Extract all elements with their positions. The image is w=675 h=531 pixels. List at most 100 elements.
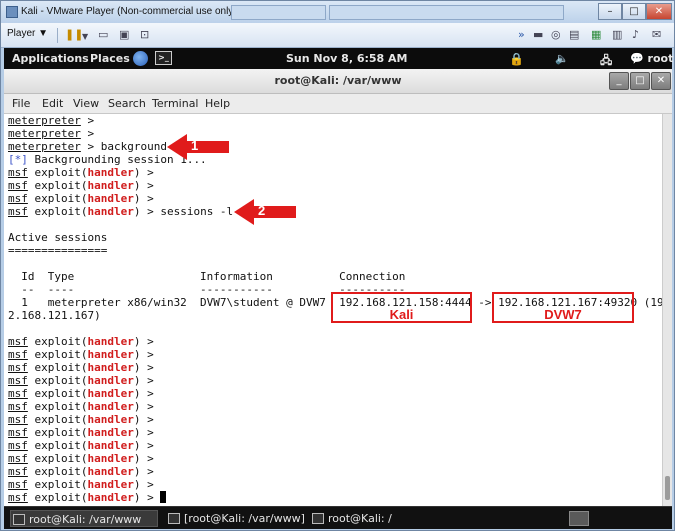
terminal-cursor bbox=[160, 491, 167, 503]
printer-device-icon[interactable]: ▬ bbox=[533, 29, 543, 41]
msf-prompt-line: msf exploit(handler) > bbox=[8, 439, 154, 452]
browser-launcher-icon[interactable] bbox=[133, 51, 148, 66]
sessions-table-header: Id Type Information Connection bbox=[8, 270, 406, 283]
taskbar-item-terminal-1[interactable]: root@Kali: /var/www bbox=[10, 510, 158, 527]
msf-label: msf bbox=[8, 166, 28, 179]
places-menu[interactable]: Places bbox=[90, 52, 130, 65]
arrow-number: 1 bbox=[191, 138, 199, 153]
pause-icon[interactable]: ❚❚ bbox=[65, 29, 83, 41]
terminal-icon bbox=[13, 514, 25, 525]
exploit-label: exploit( bbox=[27, 491, 88, 504]
taskbar-item-terminal-2[interactable]: [root@Kali: /var/www] bbox=[166, 510, 305, 527]
msf-label: msf bbox=[8, 400, 28, 413]
prompt-symbol: > bbox=[80, 114, 95, 127]
prompt-symbol: ) > bbox=[133, 413, 154, 426]
terminal-window-title: root@Kali: /var/www bbox=[274, 74, 402, 87]
menu-edit[interactable]: Edit bbox=[42, 97, 63, 110]
exploit-label: exploit( bbox=[27, 387, 88, 400]
usb-printer-icon[interactable]: ▥ bbox=[612, 29, 622, 41]
background-window-tab bbox=[329, 5, 564, 20]
meterpreter-prompt: meterpreter bbox=[8, 114, 81, 127]
annotation-arrow-2: 2 bbox=[234, 199, 296, 225]
terminal-titlebar: root@Kali: /var/www _ □ ✕ bbox=[4, 69, 672, 94]
msf-prompt-line: msf exploit(handler) > bbox=[8, 400, 154, 413]
handler-label: handler bbox=[87, 465, 134, 478]
keyring-icon[interactable]: 🔒 bbox=[509, 52, 524, 66]
vm-window-title: Kali - VMware Player (Non-commercial use… bbox=[21, 6, 237, 17]
scrollbar-thumb[interactable] bbox=[665, 476, 670, 500]
annotation-label-kali: Kali bbox=[389, 307, 414, 322]
player-menu-button[interactable]: Player ▼ bbox=[7, 28, 48, 39]
exploit-label: exploit( bbox=[27, 192, 88, 205]
msf-label: msf bbox=[8, 452, 28, 465]
vm-titlebar: Kali - VMware Player (Non-commercial use… bbox=[1, 1, 674, 23]
terminal-icon bbox=[312, 513, 324, 524]
handler-label: handler bbox=[87, 426, 134, 439]
msf-prompt-line: msf exploit(handler) > bbox=[8, 166, 154, 179]
vm-minimize-button[interactable]: – bbox=[598, 3, 622, 20]
handler-label: handler bbox=[87, 491, 134, 504]
toolbar-separator bbox=[57, 28, 58, 43]
handler-label: handler bbox=[87, 478, 134, 491]
menu-terminal[interactable]: Terminal bbox=[152, 97, 199, 110]
prompt-symbol: ) > bbox=[133, 478, 154, 491]
taskbar-item-terminal-3[interactable]: root@Kali: / bbox=[310, 510, 440, 527]
vmware-app-icon bbox=[6, 6, 18, 18]
terminal-scrollbar[interactable] bbox=[662, 114, 672, 506]
heading-rule: =============== bbox=[8, 244, 108, 257]
arrow-number: 2 bbox=[258, 203, 266, 218]
handler-label: handler bbox=[87, 413, 134, 426]
handler-label: handler bbox=[87, 387, 134, 400]
gnome-bottom-panel: root@Kali: /var/www [root@Kali: /var/www… bbox=[4, 506, 672, 529]
msf-label: msf bbox=[8, 361, 28, 374]
handler-label: handler bbox=[87, 452, 134, 465]
message-log-icon[interactable]: ✉ bbox=[652, 29, 661, 41]
menu-search[interactable]: Search bbox=[108, 97, 146, 110]
volume-icon[interactable]: 🔈 bbox=[555, 52, 569, 65]
exploit-label: exploit( bbox=[27, 400, 88, 413]
terminal-minimize-button[interactable]: _ bbox=[609, 72, 629, 90]
vm-close-button[interactable]: ✕ bbox=[646, 3, 672, 20]
terminal-maximize-button[interactable]: □ bbox=[630, 72, 650, 90]
prompt-symbol: ) > bbox=[133, 465, 154, 478]
user-menu[interactable]: 💬 root bbox=[630, 52, 673, 65]
annotation-label-dvw7: DVW7 bbox=[544, 307, 582, 322]
prompt-symbol: ) > bbox=[133, 192, 154, 205]
exploit-label: exploit( bbox=[27, 452, 88, 465]
menu-file[interactable]: File bbox=[12, 97, 30, 110]
vmware-player-window: Kali - VMware Player (Non-commercial use… bbox=[0, 0, 675, 531]
menu-help[interactable]: Help bbox=[205, 97, 230, 110]
handler-label: handler bbox=[87, 361, 134, 374]
vm-toolbar: Player ▼ ❚❚ ▼ ▭ ▣ ⊡ » ▬ ◎ ▤ ▦ ▥ ♪ ✉ bbox=[1, 23, 674, 48]
prompt-symbol: ) > bbox=[133, 387, 154, 400]
chevron-down-icon[interactable]: ▼ bbox=[82, 31, 88, 43]
terminal-output[interactable]: meterpreter > meterpreter > meterpreter … bbox=[4, 114, 662, 506]
handler-label: handler bbox=[87, 179, 134, 192]
exploit-label: exploit( bbox=[27, 478, 88, 491]
applications-menu[interactable]: Applications bbox=[12, 52, 89, 65]
send-ctrl-alt-del-icon[interactable]: ▭ bbox=[98, 29, 108, 41]
device-menu-icon[interactable]: » bbox=[518, 29, 525, 41]
terminal-close-button[interactable]: ✕ bbox=[651, 72, 671, 90]
cd-device-icon[interactable]: ◎ bbox=[551, 29, 561, 41]
panel-clock[interactable]: Sun Nov 8, 6:58 AM bbox=[286, 52, 408, 65]
network-device-icon[interactable]: ▦ bbox=[591, 29, 601, 41]
meterpreter-prompt: meterpreter bbox=[8, 127, 81, 140]
sound-device-icon[interactable]: ♪ bbox=[632, 29, 639, 41]
exploit-label: exploit( bbox=[27, 335, 88, 348]
msf-prompt-line: msf exploit(handler) > bbox=[8, 361, 154, 374]
fullscreen-icon[interactable]: ▣ bbox=[119, 29, 129, 41]
workspace-switcher[interactable] bbox=[569, 511, 589, 526]
msf-prompt-line: msf exploit(handler) > bbox=[8, 478, 154, 491]
taskbar-item-label: root@Kali: /var/www bbox=[29, 513, 142, 526]
msf-prompt-line: msf exploit(handler) > bbox=[8, 387, 154, 400]
msf-prompt-line: msf exploit(handler) > bbox=[8, 335, 154, 348]
vm-maximize-button[interactable]: □ bbox=[622, 3, 646, 20]
floppy-device-icon[interactable]: ▤ bbox=[569, 29, 579, 41]
msf-sessions-line: msf exploit(handler) > sessions -l bbox=[8, 205, 233, 218]
handler-label: handler bbox=[87, 439, 134, 452]
unity-icon[interactable]: ⊡ bbox=[140, 29, 149, 41]
msf-label: msf bbox=[8, 387, 28, 400]
menu-view[interactable]: View bbox=[73, 97, 99, 110]
terminal-launcher-icon[interactable]: >_ bbox=[155, 51, 172, 65]
